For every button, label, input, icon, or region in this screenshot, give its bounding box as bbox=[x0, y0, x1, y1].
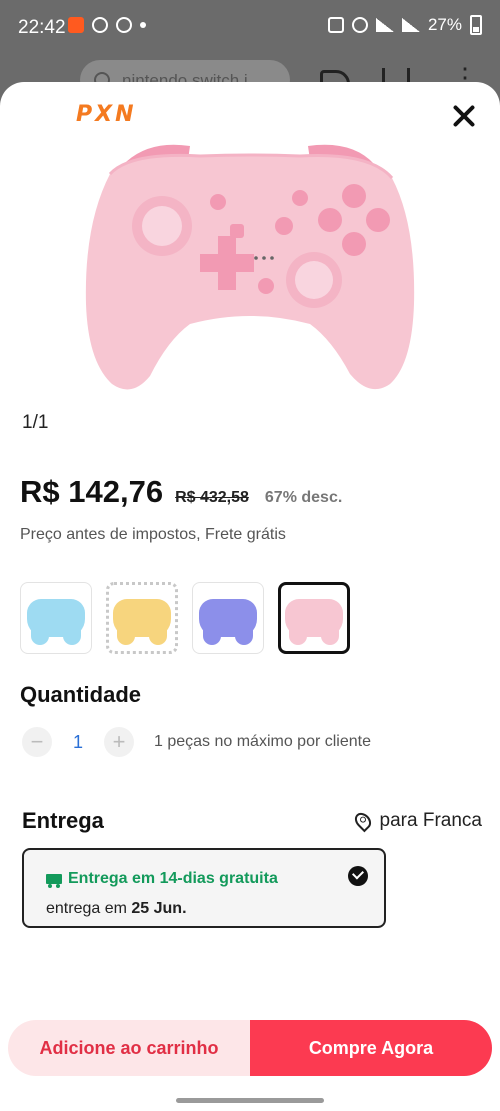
battery-percent: 27% bbox=[427, 15, 462, 34]
status-bar: 22:42 27% bbox=[0, 0, 500, 56]
aliexpress-app-icon bbox=[68, 17, 84, 33]
buy-now-button[interactable]: Compre Agora bbox=[250, 1020, 492, 1076]
system-icons: 27% bbox=[327, 15, 482, 35]
variant-option-pink[interactable] bbox=[278, 582, 350, 654]
wifi-icon bbox=[375, 18, 394, 32]
product-options-sheet: PXN 1/1 R$ 142,76 R$ 432,58 67% desc. Pr… bbox=[0, 82, 500, 1111]
quantity-stepper: − 1 + 1 peças no máximo por cliente bbox=[22, 727, 371, 757]
signal-icon bbox=[401, 18, 420, 32]
product-image[interactable] bbox=[70, 94, 430, 414]
controller-thumbnail bbox=[199, 599, 257, 645]
more-notifications-icon bbox=[140, 22, 146, 28]
tax-note: Preço antes de impostos, Frete grátis bbox=[20, 526, 286, 543]
delivery-title: Entrega bbox=[22, 808, 104, 833]
destination-label: para Franca bbox=[379, 810, 482, 831]
quantity-limit-text: 1 peças no máximo por cliente bbox=[154, 733, 371, 750]
delivery-destination[interactable]: para Franca bbox=[351, 809, 482, 833]
location-pin-icon bbox=[351, 809, 374, 833]
variant-option-blue[interactable] bbox=[20, 582, 92, 654]
button-capture bbox=[230, 224, 244, 238]
image-counter: 1/1 bbox=[22, 412, 49, 433]
variant-option-yellow[interactable] bbox=[106, 582, 178, 654]
controller-thumbnail bbox=[113, 599, 171, 645]
instagram-icon bbox=[116, 17, 132, 33]
delivery-date-prefix: entrega em bbox=[46, 900, 127, 917]
delivery-date: 25 Jun. bbox=[131, 900, 187, 917]
shipping-option-title-row: Entrega em 14-dias gratuita bbox=[46, 870, 278, 888]
variant-selector bbox=[20, 582, 350, 654]
check-icon bbox=[348, 866, 368, 886]
button-minus bbox=[210, 194, 226, 210]
original-price: R$ 432,58 bbox=[175, 489, 249, 506]
status-time: 22:42 bbox=[18, 17, 66, 38]
button-x bbox=[342, 184, 366, 208]
button-y bbox=[318, 208, 342, 232]
add-to-cart-button[interactable]: Adicione ao carrinho bbox=[8, 1020, 250, 1076]
increase-quantity-button[interactable]: + bbox=[104, 727, 134, 757]
variant-option-purple[interactable] bbox=[192, 582, 264, 654]
battery-icon bbox=[470, 15, 482, 35]
sim-icon bbox=[327, 17, 344, 33]
controller-thumbnail bbox=[285, 599, 343, 645]
gesture-nav-handle bbox=[176, 1098, 324, 1103]
truck-icon bbox=[46, 874, 62, 888]
quantity-title: Quantidade bbox=[20, 682, 142, 707]
controller-thumbnail bbox=[27, 599, 85, 645]
decrease-quantity-button[interactable]: − bbox=[22, 727, 52, 757]
discount-label: 67% desc. bbox=[264, 489, 343, 506]
controller-body bbox=[85, 155, 415, 390]
delivery-date-text: entrega em 25 Jun. bbox=[46, 900, 187, 918]
button-home bbox=[275, 217, 293, 235]
current-price: R$ 142,76 bbox=[20, 474, 164, 509]
timer-icon bbox=[92, 17, 108, 33]
shipping-option-card[interactable]: Entrega em 14-dias gratuita entrega em 2… bbox=[22, 848, 386, 928]
action-buttons: Adicione ao carrinho Compre Agora bbox=[8, 1020, 492, 1076]
button-a bbox=[366, 208, 390, 232]
alarm-icon bbox=[351, 17, 368, 33]
close-icon[interactable] bbox=[450, 102, 478, 130]
button-b bbox=[342, 232, 366, 256]
price-row: R$ 142,76 R$ 432,58 67% desc. bbox=[20, 474, 342, 510]
notification-icons bbox=[68, 17, 146, 33]
button-plus bbox=[292, 190, 308, 206]
button-turbo bbox=[258, 278, 274, 294]
quantity-value[interactable]: 1 bbox=[52, 732, 104, 753]
shipping-option-title: Entrega em 14-dias gratuita bbox=[68, 870, 278, 887]
